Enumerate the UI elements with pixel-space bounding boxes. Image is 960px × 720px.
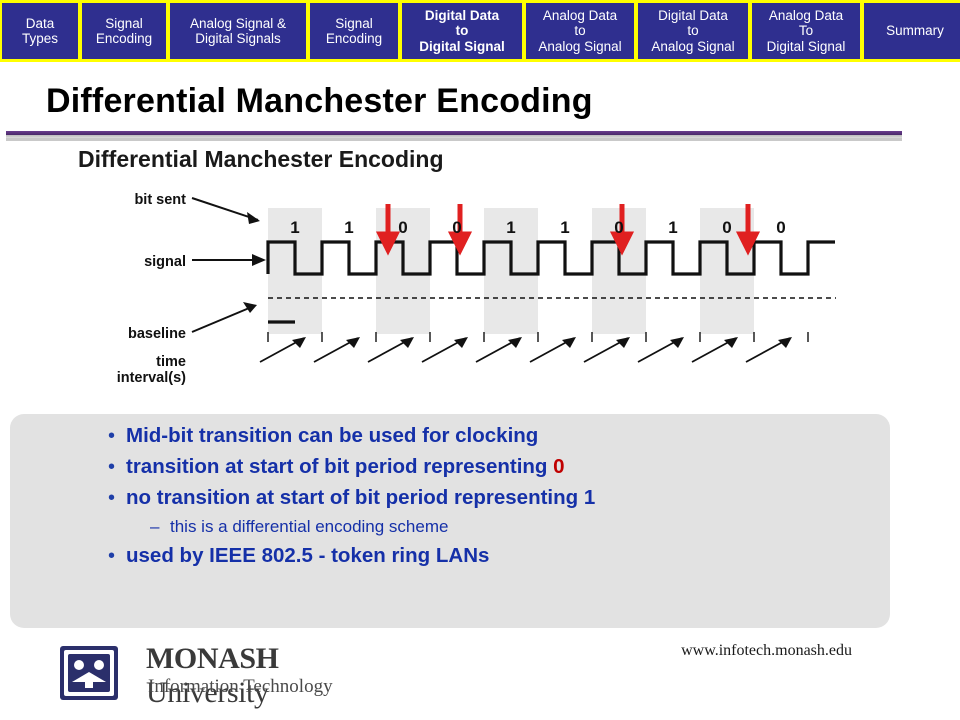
nav-item-signal-encoding-2[interactable]: Signal Encoding bbox=[309, 2, 399, 60]
nav-item-line: Digital Signal bbox=[419, 38, 505, 54]
nav-item-digital-data-to-analog-signal[interactable]: Digital Data to Analog Signal bbox=[637, 2, 749, 60]
sub-bullet-text: this is a differential encoding scheme bbox=[170, 517, 449, 536]
bit-value: 0 bbox=[722, 218, 732, 237]
nav-item-line: Analog Signal bbox=[538, 38, 622, 54]
bullet-text: used by IEEE 802.5 - token ring LANs bbox=[126, 544, 490, 567]
bit-value: 0 bbox=[776, 218, 786, 237]
sub-bullet-item: – this is a differential encoding scheme bbox=[150, 517, 898, 537]
bit-value: 1 bbox=[344, 218, 354, 237]
bullet-dot-icon: • bbox=[108, 425, 116, 447]
bit-value: 0 bbox=[614, 218, 624, 237]
footer-url[interactable]: www.infotech.monash.edu bbox=[681, 642, 852, 660]
logo-wordmark-bold: MONASH bbox=[146, 642, 279, 675]
nav-item-line: Analog Data bbox=[768, 8, 844, 24]
nav-item-line: Analog Signal & bbox=[189, 15, 287, 31]
nav-item-line: Encoding bbox=[95, 31, 153, 46]
nav-item-line: to bbox=[455, 23, 469, 39]
monash-logo: MONASH University Information Technology bbox=[52, 642, 392, 709]
nav-item-analog-signal-digital-signals[interactable]: Analog Signal & Digital Signals bbox=[169, 2, 307, 60]
bullet-text: Mid-bit transition can be used for clock… bbox=[126, 424, 539, 447]
bullet-item-3: • no transition at start of bit period r… bbox=[108, 486, 898, 510]
nav-item-line: Summary bbox=[886, 23, 944, 39]
page-title: Differential Manchester Encoding bbox=[46, 82, 593, 120]
nav-item-line: to bbox=[574, 23, 586, 39]
diagram-graphics bbox=[191, 197, 836, 363]
top-navigation-bar: Data Types Signal Encoding Analog Signal… bbox=[0, 0, 960, 62]
monash-crest-icon bbox=[60, 646, 118, 700]
bit-value: 0 bbox=[398, 218, 408, 237]
nav-item-line: Digital Signal bbox=[766, 38, 846, 54]
sub-bullet-dash-icon: – bbox=[150, 517, 160, 536]
nav-item-analog-data-to-digital-signal[interactable]: Analog Data To Digital Signal bbox=[751, 2, 861, 60]
nav-item-line: Data bbox=[25, 15, 55, 31]
bit-value: 0 bbox=[452, 218, 462, 237]
nav-item-line: to bbox=[687, 23, 699, 39]
bullet-text: no transition at start of bit period rep… bbox=[126, 486, 596, 509]
bullet-highlight-zero: 0 bbox=[553, 455, 565, 478]
nav-item-line: Analog Signal bbox=[651, 38, 735, 54]
nav-item-line: Signal bbox=[105, 15, 143, 31]
logo-faculty-name: Information Technology bbox=[148, 676, 333, 697]
nav-item-digital-data-to-digital-signal[interactable]: Digital Data to Digital Signal bbox=[401, 2, 523, 60]
nav-item-line: Encoding bbox=[325, 31, 383, 46]
bit-value: 1 bbox=[560, 218, 570, 237]
nav-item-line: Digital Signals bbox=[195, 31, 281, 46]
nav-item-signal-encoding-1[interactable]: Signal Encoding bbox=[81, 2, 167, 60]
bit-value: 1 bbox=[506, 218, 516, 237]
bullet-text: transition at start of bit period repres… bbox=[126, 455, 554, 478]
bullet-text-container: transition at start of bit period repres… bbox=[126, 455, 565, 479]
nav-item-data-types[interactable]: Data Types bbox=[1, 2, 79, 60]
bullet-dot-icon: • bbox=[108, 545, 116, 567]
bullet-item-1: • Mid-bit transition can be used for clo… bbox=[108, 424, 898, 448]
nav-item-summary[interactable]: Summary bbox=[863, 2, 960, 60]
title-divider bbox=[6, 131, 902, 138]
nav-item-line: Digital Data bbox=[424, 8, 500, 24]
bullet-dot-icon: • bbox=[108, 487, 116, 509]
nav-item-line: Signal bbox=[335, 15, 373, 31]
bullet-list: • Mid-bit transition can be used for clo… bbox=[108, 424, 898, 575]
nav-item-line: Types bbox=[21, 31, 59, 46]
title-divider-shadow bbox=[6, 138, 902, 141]
bullet-dot-icon: • bbox=[108, 456, 116, 478]
bit-value: 1 bbox=[290, 218, 300, 237]
nav-item-line: Analog Data bbox=[542, 8, 618, 24]
encoding-diagram: Differential Manchester Encoding bit sen… bbox=[36, 146, 856, 404]
nav-item-line: Digital Data bbox=[658, 8, 728, 24]
bullet-item-2: • transition at start of bit period repr… bbox=[108, 455, 898, 479]
bit-value: 1 bbox=[668, 218, 678, 237]
nav-item-analog-data-to-analog-signal[interactable]: Analog Data to Analog Signal bbox=[525, 2, 635, 60]
nav-item-line: To bbox=[798, 23, 814, 39]
bullet-item-4: • used by IEEE 802.5 - token ring LANs bbox=[108, 544, 898, 568]
